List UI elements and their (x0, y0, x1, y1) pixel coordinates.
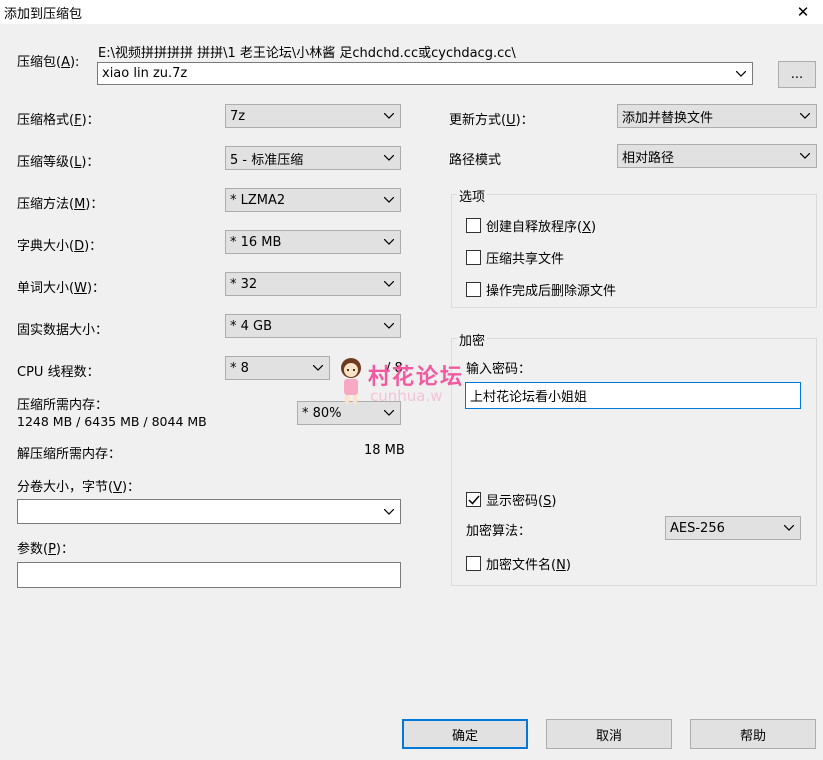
chevron-down-icon (378, 105, 400, 127)
window-title: 添加到压缩包 (4, 7, 83, 22)
params-label: 参数(P)： (17, 542, 74, 557)
help-button[interactable]: 帮助 (690, 719, 816, 749)
chevron-down-icon (307, 357, 329, 379)
close-icon: ✕ (796, 3, 810, 21)
checkmark-icon (467, 495, 480, 505)
volume-combo[interactable] (17, 499, 401, 524)
archive-path: E:\视频拼拼拼拼 拼拼\1 老王论坛\小林酱 足chdchd.cc或cychd… (98, 46, 516, 61)
threads-select[interactable]: * 8 (225, 356, 330, 380)
show-password-checkbox[interactable]: 显示密码(S) (466, 490, 556, 509)
volume-label: 分卷大小，字节(V)： (17, 480, 141, 495)
update-label: 更新方式(U)： (449, 113, 534, 128)
encrypt-names-checkbox[interactable]: 加密文件名(N) (466, 554, 571, 573)
dict-label: 字典大小(D)： (17, 239, 103, 254)
params-input[interactable] (17, 562, 401, 588)
update-select[interactable]: 添加并替换文件 (617, 104, 817, 128)
chevron-down-icon (378, 147, 400, 169)
ok-button[interactable]: 确定 (402, 719, 528, 749)
chevron-down-icon (794, 145, 816, 167)
watermark: 村花论坛 cunhua.w (336, 355, 476, 407)
format-label: 压缩格式(F)： (17, 113, 100, 128)
format-select[interactable]: 7z (225, 104, 401, 128)
watermark-sub: cunhua.w (370, 387, 443, 405)
algo-label: 加密算法： (466, 524, 532, 539)
title-bar: 添加到压缩包 ✕ (0, 0, 823, 24)
word-label: 单词大小(W)： (17, 281, 106, 296)
checkbox-box (466, 556, 481, 571)
mem-decompress-value: 18 MB (364, 443, 405, 458)
level-select[interactable]: 5 - 标准压缩 (225, 146, 401, 170)
chevron-down-icon (378, 500, 400, 523)
archive-label: 压缩包(A): (17, 55, 80, 70)
dict-select[interactable]: * 16 MB (225, 230, 401, 254)
checkbox-box (466, 282, 481, 297)
word-select[interactable]: * 32 (225, 272, 401, 296)
pathmode-select[interactable]: 相对路径 (617, 144, 817, 168)
encryption-title: 加密 (457, 330, 488, 349)
mem-decompress-label: 解压缩所需内存： (17, 447, 122, 462)
delete-checkbox[interactable]: 操作完成后删除源文件 (466, 280, 616, 299)
sfx-checkbox[interactable]: 创建自释放程序(X) (466, 216, 596, 235)
level-label: 压缩等级(L)： (17, 155, 100, 170)
mem-compress-value: 1248 MB / 6435 MB / 8044 MB (17, 414, 207, 429)
checkbox-box (466, 218, 481, 233)
solid-label: 固实数据大小： (17, 323, 109, 338)
chevron-down-icon (794, 105, 816, 127)
mem-compress-label: 压缩所需内存： (17, 398, 109, 413)
cancel-button[interactable]: 取消 (546, 719, 672, 749)
algo-select[interactable]: AES-256 (665, 516, 801, 540)
checkbox-box (466, 492, 481, 507)
archive-name-value: xiao lin zu.7z (102, 66, 188, 81)
pathmode-label: 路径模式 (449, 153, 502, 168)
girl-mascot-icon (341, 358, 361, 404)
solid-select[interactable]: * 4 GB (225, 314, 401, 338)
browse-button[interactable]: ... (778, 61, 816, 88)
shared-checkbox[interactable]: 压缩共享文件 (466, 248, 564, 267)
close-button[interactable]: ✕ (783, 0, 823, 24)
chevron-down-icon (378, 315, 400, 337)
chevron-down-icon (778, 517, 800, 539)
chevron-down-icon (378, 231, 400, 253)
chevron-down-icon (730, 63, 752, 84)
options-title: 选项 (457, 186, 488, 205)
chevron-down-icon (378, 273, 400, 295)
threads-label: CPU 线程数： (17, 365, 100, 380)
archive-name-combo[interactable]: xiao lin zu.7z (97, 62, 753, 85)
method-select[interactable]: * LZMA2 (225, 188, 401, 212)
checkbox-box (466, 250, 481, 265)
chevron-down-icon (378, 189, 400, 211)
method-label: 压缩方法(M)： (17, 197, 104, 212)
password-input[interactable]: 上村花论坛看小姐姐 (465, 382, 801, 409)
